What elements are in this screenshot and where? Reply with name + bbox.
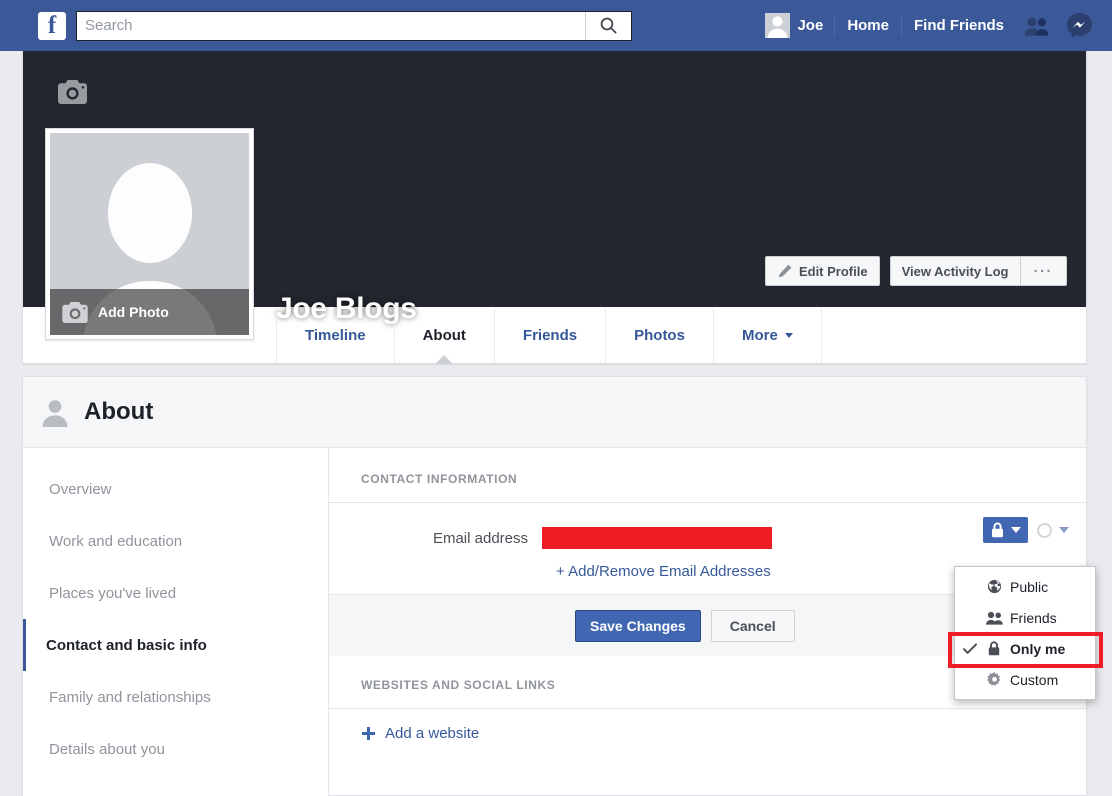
globe-icon [985,579,1003,594]
person-icon [768,16,788,38]
privacy-option-label: Custom [1010,671,1059,688]
nav-home-link[interactable]: Home [837,11,899,41]
tab-photos[interactable]: Photos [605,307,713,363]
view-activity-log-label: View Activity Log [901,263,1009,279]
add-website-row[interactable]: Add a website [329,709,1086,742]
person-icon [42,400,68,427]
privacy-option-only-me[interactable]: Only me [955,633,1095,664]
sidebar-item-label: Overview [49,480,112,498]
about-body: Overview Work and education Places you'v… [23,448,1086,796]
avatar [765,13,791,38]
friends-icon [1024,17,1049,36]
tab-more[interactable]: More [712,307,821,363]
edit-profile-label: Edit Profile [798,263,868,279]
add-photo-label: Add Photo [98,304,169,320]
email-privacy-controls [983,517,1069,543]
facebook-logo[interactable]: f [38,11,66,40]
sidebar-item-overview[interactable]: Overview [23,463,328,515]
email-address-label: Email address [432,529,528,547]
privacy-dropdown-menu: Public Friends Only me Custom [954,566,1096,700]
privacy-selector-button[interactable] [983,517,1028,543]
gear-icon [985,672,1003,687]
nav-right-group: Joe Home Find Friends [756,0,1112,51]
friend-requests-button[interactable] [1018,9,1056,43]
friends-icon [985,611,1003,625]
edit-profile-button[interactable]: Edit Profile [764,256,880,286]
about-sidebar: Overview Work and education Places you'v… [23,448,329,796]
messenger-button[interactable] [1060,9,1098,43]
tab-label: More [741,326,778,344]
profile-picture-frame[interactable]: Add Photo [45,128,254,340]
search-bar [76,10,632,41]
camera-icon [62,301,88,323]
profile-picture: Add Photo [50,133,249,335]
sidebar-item-places-youve-lived[interactable]: Places you've lived [23,567,328,619]
search-icon [600,17,617,34]
email-address-value-redacted [542,527,772,549]
check-icon [961,642,978,655]
sidebar-item-details-about-you[interactable]: Details about you [23,723,328,775]
nav-username-label: Joe [797,16,824,34]
contact-information-heading: CONTACT INFORMATION [361,472,518,486]
sidebar-item-label: Places you've lived [49,584,177,602]
camera-icon [58,80,87,104]
more-options-label: ··· [1033,262,1053,280]
nav-divider [901,15,902,36]
profile-action-buttons: Edit Profile View Activity Log ··· [764,256,1067,286]
nav-find-friends-link[interactable]: Find Friends [904,11,1014,41]
tab-timeline[interactable]: Timeline [276,307,394,363]
view-activity-log-button[interactable]: View Activity Log [889,256,1021,286]
save-changes-button[interactable]: Save Changes [575,609,701,642]
email-address-row: Email address [329,503,1086,555]
privacy-option-label: Only me [1010,640,1066,657]
nav-divider [834,15,836,36]
nav-profile-link[interactable]: Joe [756,11,832,41]
sidebar-item-family-and-relationships[interactable]: Family and relationships [23,671,328,723]
circle-icon [1037,522,1052,538]
tab-label: Timeline [305,326,366,344]
search-input[interactable] [77,11,585,40]
profile-header-card: Add Photo Joe Blogs Edit Profile View Ac… [22,51,1087,364]
privacy-option-label: Friends [1010,609,1057,626]
cover-camera-button[interactable] [58,80,87,104]
sidebar-item-work-and-education[interactable]: Work and education [23,515,328,567]
secondary-privacy-selector[interactable] [1037,522,1069,538]
chevron-down-icon [1059,527,1069,533]
cancel-button[interactable]: Cancel [710,609,795,642]
top-navigation-bar: f Joe Home Find Friends [0,0,1112,51]
tabs-filler [820,307,1086,363]
privacy-option-friends[interactable]: Friends [955,602,1095,633]
add-website-label: Add a website [385,725,480,742]
sidebar-item-label: Family and relationships [49,688,211,706]
plus-icon [362,727,375,740]
about-header: About [23,377,1086,448]
lock-icon [992,522,1003,538]
sidebar-item-label: Work and education [49,532,183,550]
privacy-option-public[interactable]: Public [955,571,1095,602]
messenger-icon [1066,13,1092,38]
add-photo-button[interactable]: Add Photo [50,289,249,335]
tab-friends[interactable]: Friends [493,307,605,363]
sidebar-item-contact-and-basic-info[interactable]: Contact and basic info [23,619,328,671]
about-card: About Overview Work and education Places… [22,376,1087,796]
pencil-icon [779,264,792,277]
chevron-down-icon [1011,527,1021,533]
tab-label: Friends [522,326,578,344]
activity-log-group: View Activity Log ··· [889,256,1067,286]
search-button[interactable] [585,11,631,40]
lock-icon [985,641,1003,656]
tab-label: Photos [634,326,685,344]
privacy-option-label: Public [1010,578,1049,595]
more-options-button[interactable]: ··· [1020,256,1067,286]
sidebar-item-label: Contact and basic info [46,636,207,654]
privacy-option-custom[interactable]: Custom [955,664,1095,695]
tab-label: About [422,326,466,344]
chevron-down-icon [784,332,793,338]
sidebar-item-label: Details about you [49,740,165,758]
tab-about[interactable]: About [393,307,494,363]
about-title: About [84,398,154,425]
